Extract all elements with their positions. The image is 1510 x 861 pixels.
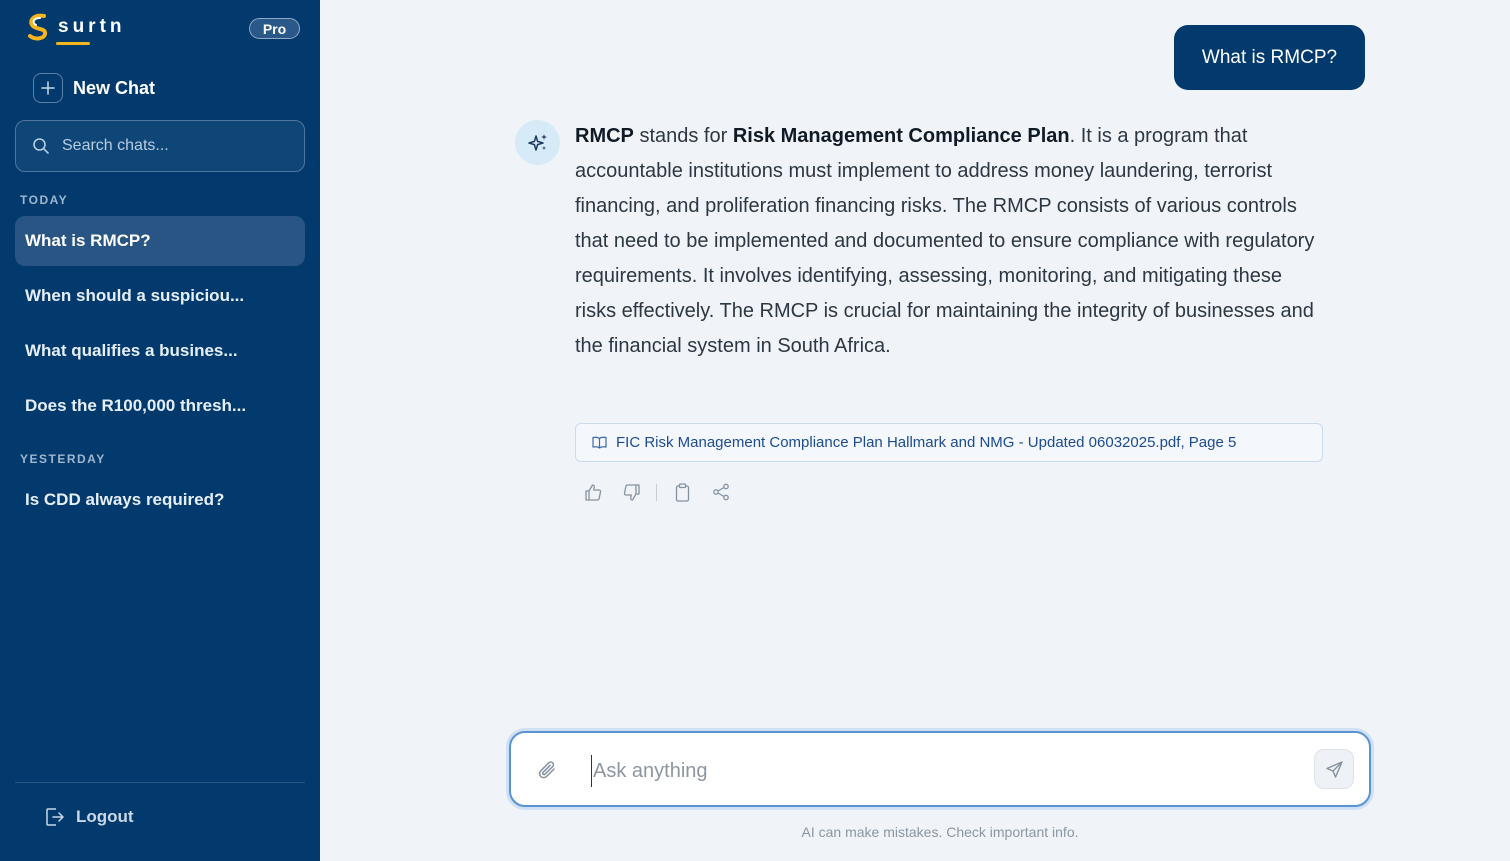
send-icon: [1325, 760, 1343, 778]
plus-icon: [33, 73, 63, 103]
pro-badge: Pro: [249, 18, 300, 39]
source-citation[interactable]: FIC Risk Management Compliance Plan Hall…: [575, 423, 1323, 462]
sidebar: surtn Pro New Chat TODAY What is RMCP? W…: [0, 0, 320, 861]
thumbs-down-icon[interactable]: [620, 481, 642, 503]
answer-expansion: Risk Management Compliance Plan: [732, 125, 1070, 147]
chat-item-business-qualifies[interactable]: What qualifies a busines...: [15, 326, 305, 376]
logout-button[interactable]: Logout: [44, 806, 134, 828]
logout-label: Logout: [76, 807, 134, 826]
paperclip-icon[interactable]: [535, 757, 561, 783]
logo-icon: [28, 13, 48, 41]
thumbs-up-icon[interactable]: [582, 481, 604, 503]
search-input[interactable]: [62, 137, 282, 155]
logout-icon: [46, 808, 64, 826]
answer-body: . It is a program that accountable insti…: [575, 125, 1315, 357]
new-chat-label: New Chat: [73, 77, 156, 98]
disclaimer-text: AI can make mistakes. Check important in…: [801, 824, 1079, 840]
brand-underline: [56, 42, 90, 45]
chat-composer: [509, 731, 1371, 807]
section-label-yesterday: YESTERDAY: [20, 452, 106, 466]
copy-icon[interactable]: [671, 481, 693, 503]
chat-item-threshold[interactable]: Does the R100,000 thresh...: [15, 381, 305, 431]
book-icon: [592, 436, 607, 449]
new-chat-button[interactable]: New Chat: [33, 73, 155, 103]
section-label-today: TODAY: [20, 193, 69, 207]
share-icon[interactable]: [710, 481, 732, 503]
brand-name: surtn: [58, 16, 126, 37]
brand-logo[interactable]: surtn: [24, 12, 126, 45]
chat-item-what-is-rmcp[interactable]: What is RMCP?: [15, 216, 305, 266]
actions-separator: [656, 483, 657, 501]
chat-item-cdd[interactable]: Is CDD always required?: [15, 475, 305, 525]
ai-answer: RMCP stands for Risk Management Complian…: [575, 119, 1327, 364]
ai-avatar: [515, 120, 560, 165]
message-input[interactable]: [591, 755, 1291, 787]
search-icon: [33, 138, 49, 154]
answer-connector: stands for: [633, 125, 733, 147]
sidebar-divider: [15, 782, 305, 783]
chat-item-suspicious[interactable]: When should a suspiciou...: [15, 271, 305, 321]
send-button[interactable]: [1314, 749, 1354, 789]
sparkles-icon: [527, 133, 547, 151]
search-box: [15, 120, 305, 172]
answer-term: RMCP: [575, 125, 634, 147]
source-text: FIC Risk Management Compliance Plan Hall…: [616, 434, 1237, 451]
message-actions: [582, 481, 732, 503]
user-message-bubble: What is RMCP?: [1174, 25, 1365, 90]
